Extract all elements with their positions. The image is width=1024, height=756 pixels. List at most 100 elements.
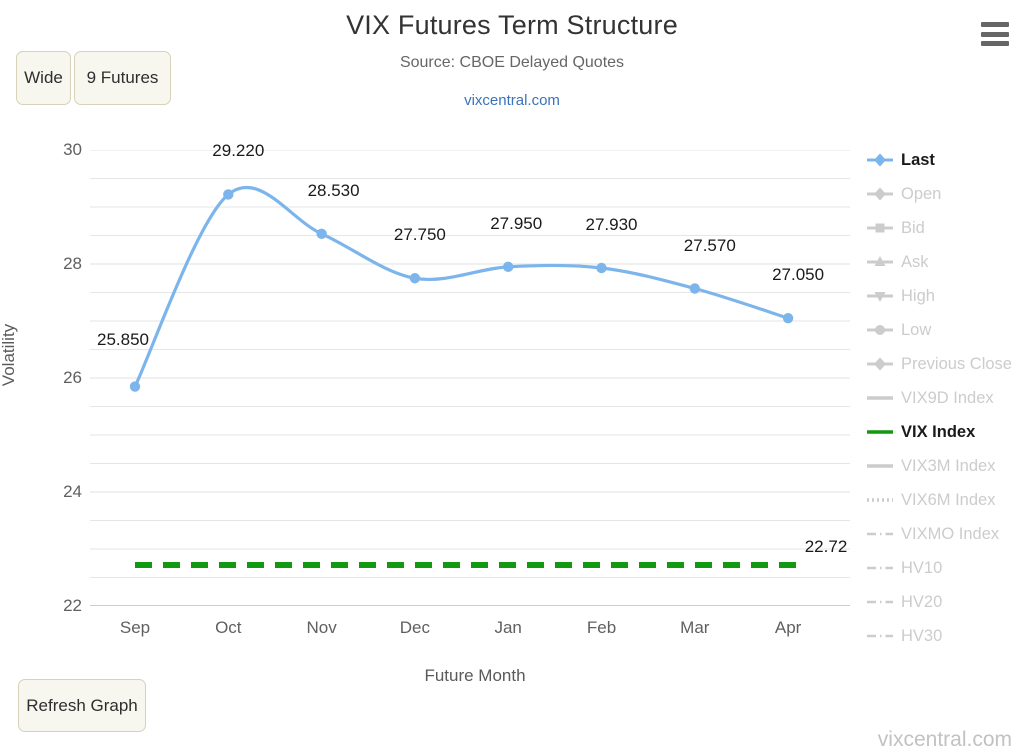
dotted-line-icon bbox=[867, 498, 893, 502]
dash-dot-line-icon bbox=[867, 600, 893, 604]
legend-item-label: Bid bbox=[901, 218, 925, 237]
y-axis-tick-label: 26 bbox=[63, 368, 82, 387]
data-point-marker[interactable] bbox=[782, 312, 794, 324]
x-axis-tick-label: Feb bbox=[586, 618, 617, 637]
solid-line-icon bbox=[867, 396, 893, 400]
x-axis-tick-label: Nov bbox=[306, 618, 337, 637]
solid-line-icon bbox=[866, 388, 894, 408]
x-axis-title: Future Month bbox=[424, 666, 526, 685]
legend-item-label: High bbox=[901, 286, 935, 305]
data-label: 27.950 bbox=[490, 213, 543, 233]
legend-item-label: VIX3M Index bbox=[901, 456, 996, 475]
x-axis-tick-label: Mar bbox=[680, 618, 710, 637]
legend-item-hv10[interactable]: HV10 bbox=[866, 551, 1021, 585]
legend-item-label: Last bbox=[901, 150, 935, 169]
data-point-marker[interactable] bbox=[596, 262, 607, 274]
x-axis-tick-label: Dec bbox=[399, 618, 431, 637]
triangle-up-marker-icon bbox=[867, 256, 893, 266]
square-marker-icon bbox=[867, 223, 893, 233]
solid-line-icon bbox=[866, 456, 894, 476]
diamond-marker-icon bbox=[866, 150, 894, 170]
legend-item-label: Ask bbox=[901, 252, 929, 271]
triangle-down-marker-icon bbox=[866, 286, 894, 306]
triangle-down-marker-icon bbox=[867, 292, 893, 302]
legend-item-last[interactable]: Last bbox=[866, 143, 1021, 177]
data-point-marker[interactable] bbox=[316, 228, 327, 239]
data-label: 27.750 bbox=[393, 225, 446, 245]
diamond-marker-icon bbox=[867, 357, 893, 371]
x-axis-tick-label: Sep bbox=[119, 618, 151, 637]
futures-count-button[interactable]: 9 Futures bbox=[74, 51, 171, 105]
dotted-line-icon bbox=[866, 490, 894, 510]
legend-item-bid[interactable]: Bid bbox=[866, 211, 1021, 245]
legend-item-label: VIXMO Index bbox=[901, 524, 1000, 543]
data-point-marker[interactable] bbox=[409, 273, 421, 284]
data-label: 28.530 bbox=[307, 180, 360, 200]
legend-item-label: VIX Index bbox=[901, 422, 976, 441]
legend-item-open[interactable]: Open bbox=[866, 177, 1021, 211]
legend-item-vix9d-index[interactable]: VIX9D Index bbox=[866, 381, 1021, 415]
vix-index-value-label: 22.72 bbox=[804, 536, 848, 556]
solid-line-icon bbox=[866, 422, 894, 442]
plot-area: 25.850 29.220 28.530 27.750 27.950 27.930 27.5… bbox=[90, 141, 850, 606]
hamburger-bar bbox=[981, 41, 1009, 46]
data-point-marker[interactable] bbox=[129, 381, 141, 392]
dash-dot-line-icon bbox=[866, 626, 894, 646]
chart-legend: Last Open Bid Ask High Low Previous Close VIX9D… bbox=[866, 143, 1021, 653]
legend-item-label: HV20 bbox=[901, 592, 943, 611]
x-axis-tick-label: Oct bbox=[215, 618, 242, 637]
dash-dot-line-icon bbox=[866, 592, 894, 612]
watermark: vixcentral.com bbox=[877, 728, 1012, 751]
legend-item-label: HV30 bbox=[901, 626, 943, 645]
legend-item-previous-close[interactable]: Previous Close bbox=[866, 347, 1021, 381]
hamburger-icon[interactable] bbox=[981, 22, 1009, 46]
y-axis-title: Volatility bbox=[0, 323, 19, 387]
page-title: VIX Futures Term Structure bbox=[346, 10, 678, 40]
legend-item-vix3m-index[interactable]: VIX3M Index bbox=[866, 449, 1021, 483]
dash-dot-line-icon bbox=[866, 524, 894, 544]
legend-item-hv30[interactable]: HV30 bbox=[866, 619, 1021, 653]
data-point-marker[interactable] bbox=[223, 189, 234, 200]
legend-item-label: Low bbox=[901, 320, 932, 339]
data-label: 27.570 bbox=[683, 235, 736, 255]
legend-item-low[interactable]: Low bbox=[866, 313, 1021, 347]
solid-line-icon bbox=[867, 430, 893, 434]
diamond-marker-icon bbox=[867, 187, 893, 201]
legend-item-vix6m-index[interactable]: VIX6M Index bbox=[866, 483, 1021, 517]
x-axis-tick-label: Jan bbox=[494, 618, 522, 637]
diamond-marker-icon bbox=[867, 153, 893, 167]
solid-line-icon bbox=[867, 464, 893, 468]
legend-item-label: Open bbox=[901, 184, 942, 203]
data-label: 29.220 bbox=[212, 141, 265, 161]
legend-item-hv20[interactable]: HV20 bbox=[866, 585, 1021, 619]
legend-item-vixmo-index[interactable]: VIXMO Index bbox=[866, 517, 1021, 551]
diamond-marker-icon bbox=[866, 354, 894, 374]
data-point-marker[interactable] bbox=[689, 283, 700, 294]
wide-button[interactable]: Wide bbox=[16, 51, 71, 105]
legend-item-ask[interactable]: Ask bbox=[866, 245, 1021, 279]
square-marker-icon bbox=[866, 218, 894, 238]
circle-marker-icon bbox=[866, 320, 894, 340]
y-axis-tick-label: 22 bbox=[63, 596, 82, 615]
triangle-up-marker-icon bbox=[866, 252, 894, 272]
refresh-graph-button[interactable]: Refresh Graph bbox=[18, 679, 146, 732]
legend-item-label: VIX6M Index bbox=[901, 490, 996, 509]
dash-dot-line-icon bbox=[866, 558, 894, 578]
y-axis-labels: 22 24 26 28 30 bbox=[38, 140, 82, 615]
y-axis-tick-label: 24 bbox=[63, 482, 82, 501]
legend-item-label: HV10 bbox=[901, 558, 943, 577]
dash-dot-line-icon bbox=[867, 634, 893, 638]
diamond-marker-icon bbox=[866, 184, 894, 204]
legend-item-label: Previous Close bbox=[901, 354, 1012, 373]
legend-item-high[interactable]: High bbox=[866, 279, 1021, 313]
legend-item-vix-index[interactable]: VIX Index bbox=[866, 415, 1021, 449]
data-point-marker[interactable] bbox=[503, 261, 514, 273]
hamburger-bar bbox=[981, 31, 1009, 37]
x-axis-labels: Sep Oct Nov Dec Jan Feb Mar Apr bbox=[90, 618, 850, 648]
legend-item-label: VIX9D Index bbox=[901, 388, 994, 407]
dash-dot-line-icon bbox=[867, 532, 893, 536]
y-axis-tick-label: 28 bbox=[63, 254, 82, 273]
data-label: 27.050 bbox=[772, 265, 825, 285]
circle-marker-icon bbox=[867, 325, 893, 335]
data-label: 27.930 bbox=[585, 214, 638, 234]
